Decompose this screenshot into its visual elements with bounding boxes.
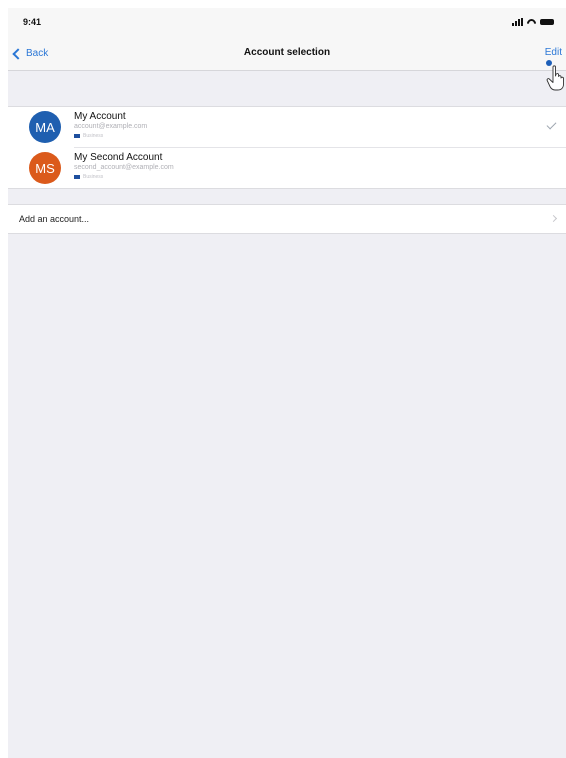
avatar: MA — [29, 111, 61, 143]
account-type: Business — [74, 132, 147, 140]
cellular-signal-icon — [512, 18, 523, 26]
battery-icon — [540, 19, 554, 25]
avatar-initials: MA — [35, 119, 55, 135]
briefcase-icon — [74, 134, 80, 138]
app-screen: 9:41 Back Account selection Edit MA My A… — [8, 8, 566, 758]
account-name: My Second Account — [74, 152, 163, 163]
status-bar: 9:41 — [8, 8, 566, 36]
account-type-label: Business — [83, 133, 104, 139]
navigation-bar: Back Account selection Edit — [8, 36, 566, 71]
status-icons — [512, 17, 554, 27]
account-row-my-second-account[interactable]: MS My Second Account second_account@exam… — [29, 147, 566, 188]
accounts-list: MA My Account account@example.com Busine… — [8, 106, 566, 189]
avatar-initials: MS — [35, 160, 55, 176]
account-type-label: Business — [83, 174, 104, 180]
edit-button[interactable]: Edit — [545, 47, 562, 58]
briefcase-icon — [74, 175, 80, 179]
account-email: account@example.com — [74, 123, 148, 130]
account-details: My Second Account second_account@example… — [74, 152, 174, 181]
add-account-row[interactable]: Add an account... — [8, 204, 566, 234]
hand-pointer-icon — [546, 65, 564, 91]
wifi-icon — [527, 19, 536, 25]
chevron-right-icon — [549, 214, 558, 223]
account-name: My Account — [74, 111, 126, 122]
add-account-label: Add an account... — [19, 214, 90, 224]
account-email: second_account@example.com — [74, 164, 174, 171]
account-details: My Account account@example.com Business — [74, 111, 147, 140]
avatar: MS — [29, 152, 61, 184]
page-title: Account selection — [243, 47, 331, 58]
account-type: Business — [74, 173, 174, 181]
checkmark-icon — [546, 119, 557, 130]
status-time: 9:41 — [23, 17, 42, 27]
account-row-my-account[interactable]: MA My Account account@example.com Busine… — [8, 107, 566, 147]
